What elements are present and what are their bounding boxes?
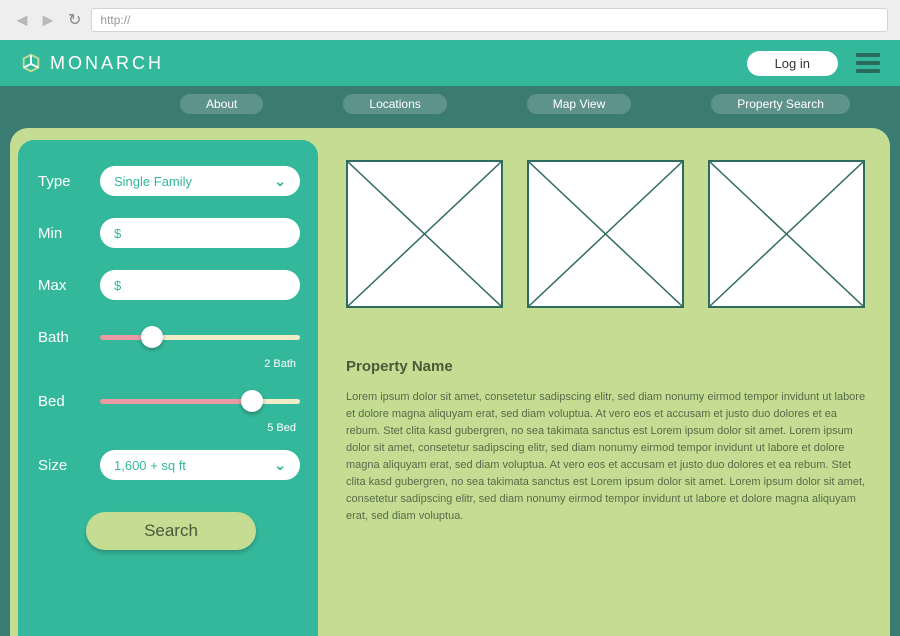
property-title: Property Name — [346, 358, 868, 375]
chevron-down-icon: ⌄ — [274, 457, 286, 474]
browser-chrome: ◄ ► ↻ http:// — [0, 0, 900, 40]
site-header: MONARCH Log in — [0, 40, 900, 86]
max-input[interactable]: $ — [100, 270, 300, 300]
thumbnail-row — [346, 160, 868, 308]
hamburger-icon[interactable] — [856, 53, 880, 73]
min-label: Min — [38, 225, 100, 242]
bed-label: Bed — [38, 393, 100, 410]
property-description: Lorem ipsum dolor sit amet, consetetur s… — [346, 389, 868, 525]
address-bar[interactable]: http:// — [91, 8, 888, 32]
min-input[interactable]: $ — [100, 218, 300, 248]
image-placeholder[interactable] — [527, 160, 684, 308]
nav-locations[interactable]: Locations — [343, 94, 446, 114]
brand-text: MONARCH — [50, 53, 164, 74]
search-button[interactable]: Search — [86, 512, 256, 550]
nav-property-search[interactable]: Property Search — [711, 94, 850, 114]
nav-map-view[interactable]: Map View — [527, 94, 631, 114]
type-value: Single Family — [114, 174, 192, 189]
bath-slider[interactable] — [100, 322, 300, 352]
canvas: Type Single Family ⌄ Min $ Max $ Bath — [10, 128, 890, 636]
content-area: Property Name Lorem ipsum dolor sit amet… — [318, 128, 890, 636]
filter-sidebar: Type Single Family ⌄ Min $ Max $ Bath — [18, 140, 318, 636]
bed-slider[interactable] — [100, 386, 300, 416]
image-placeholder[interactable] — [708, 160, 865, 308]
main-nav: About Locations Map View Property Search — [0, 86, 900, 122]
max-label: Max — [38, 277, 100, 294]
login-button[interactable]: Log in — [747, 51, 838, 76]
type-label: Type — [38, 173, 100, 190]
logo[interactable]: MONARCH — [20, 52, 164, 74]
logo-icon — [20, 52, 42, 74]
nav-about[interactable]: About — [180, 94, 263, 114]
forward-icon[interactable]: ► — [38, 10, 58, 31]
image-placeholder[interactable] — [346, 160, 503, 308]
min-symbol: $ — [114, 226, 121, 241]
bath-caption: 2 Bath — [100, 358, 300, 370]
type-select[interactable]: Single Family ⌄ — [100, 166, 300, 196]
address-text: http:// — [100, 13, 130, 27]
max-symbol: $ — [114, 278, 121, 293]
size-select[interactable]: 1,600 + sq ft ⌄ — [100, 450, 300, 480]
refresh-icon[interactable]: ↻ — [68, 10, 81, 30]
size-label: Size — [38, 457, 100, 474]
back-icon[interactable]: ◄ — [12, 10, 32, 31]
bed-caption: 5 Bed — [100, 422, 300, 434]
bath-label: Bath — [38, 329, 100, 346]
chevron-down-icon: ⌄ — [274, 173, 286, 190]
size-value: 1,600 + sq ft — [114, 458, 186, 473]
stage: Type Single Family ⌄ Min $ Max $ Bath — [0, 122, 900, 636]
